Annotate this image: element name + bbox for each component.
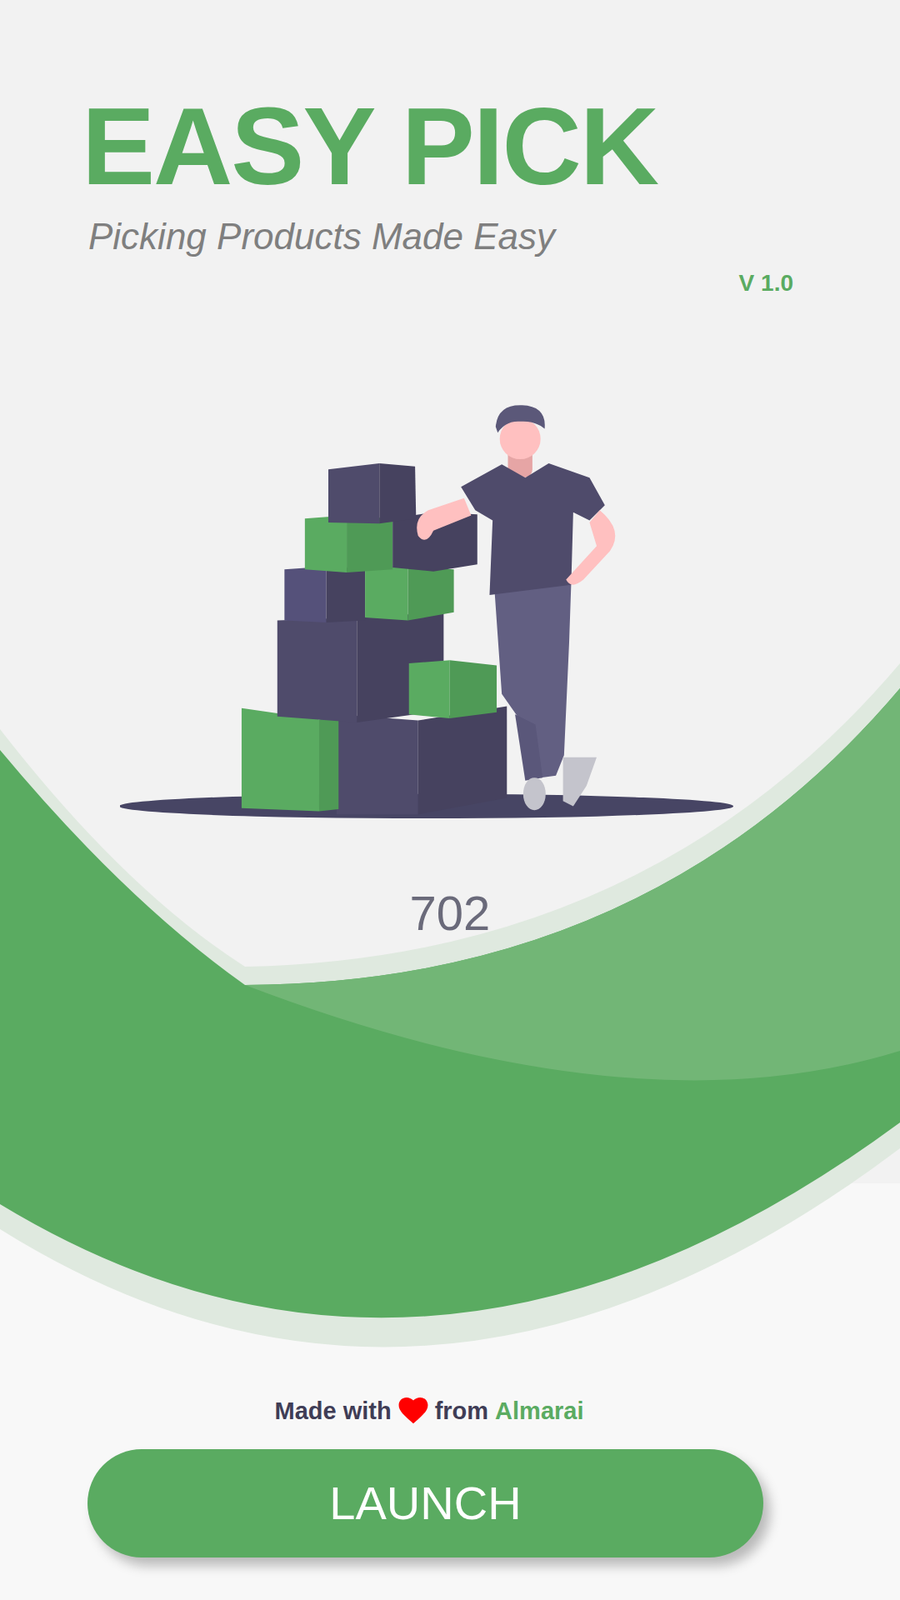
app-subtitle: Picking Products Made Easy xyxy=(0,213,900,260)
worker-with-boxes-illustration xyxy=(120,404,737,823)
version-label: V 1.0 xyxy=(739,265,794,301)
footer-brand: Almarai xyxy=(495,1393,584,1430)
illustration-wrap xyxy=(0,404,900,823)
footer-middle: from xyxy=(435,1393,489,1430)
made-with-footer: Made with fromAlmarai xyxy=(0,1393,900,1430)
footer-prefix: Made with xyxy=(274,1393,391,1430)
app-title: EASY PICK xyxy=(0,91,900,202)
splash-screen: EASY PICK Picking Products Made Easy V 1.0… xyxy=(0,0,900,1600)
heart-icon xyxy=(398,1397,429,1425)
content: EASY PICK Picking Products Made Easy V 1.0… xyxy=(0,0,900,1600)
count-label: 702 xyxy=(410,889,491,938)
launch-button[interactable]: LAUNCH xyxy=(87,1449,764,1558)
